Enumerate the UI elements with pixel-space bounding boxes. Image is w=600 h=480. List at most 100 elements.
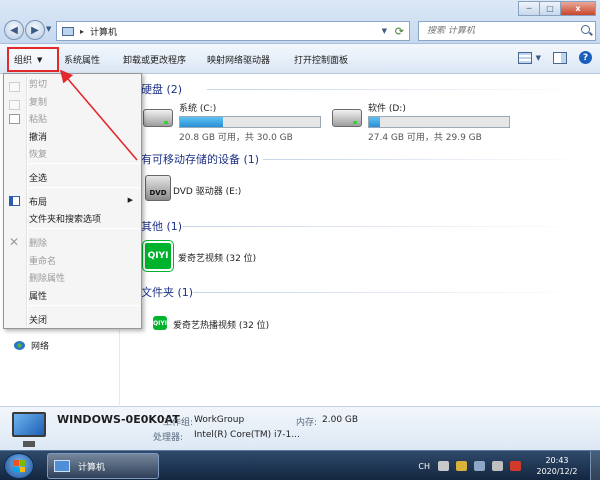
command-bar: 组织 ▼ 系统属性 卸载或更改程序 映射网络驱动器 打开控制面板 ▼ ?: [0, 44, 600, 74]
copy-icon: [9, 100, 20, 110]
network-disconnected-icon[interactable]: [510, 461, 521, 471]
address-dropdown-icon[interactable]: ▼: [382, 27, 387, 35]
breadcrumb-separator-icon[interactable]: ▸: [80, 27, 84, 36]
show-desktop-button[interactable]: [590, 451, 600, 480]
iqiyi-folder-icon[interactable]: QIYI: [153, 316, 167, 330]
layout-icon: [9, 196, 20, 206]
system-properties-button[interactable]: 系统属性: [64, 53, 100, 66]
group-header-folders[interactable]: 文件夹 (1): [141, 284, 193, 300]
keyboard-icon[interactable]: [438, 461, 449, 471]
action-center-flag-icon[interactable]: [456, 461, 467, 471]
menu-item-undo[interactable]: 撤消: [29, 130, 47, 143]
menu-item-copy[interactable]: 复制: [29, 95, 47, 108]
menu-item-folder-options[interactable]: 文件夹和搜索选项: [29, 212, 101, 225]
menu-item-close[interactable]: 关闭: [29, 313, 47, 326]
dvd-drive-icon[interactable]: DVD: [145, 175, 171, 201]
refresh-icon[interactable]: ⟳: [395, 25, 404, 38]
organize-button[interactable]: 组织 ▼: [7, 47, 59, 72]
hard-disk-icon: [332, 109, 362, 127]
computer-icon: [54, 460, 70, 472]
system-tray: CH 20:43 2020/12/2: [418, 451, 600, 480]
clock[interactable]: 20:43 2020/12/2: [528, 455, 586, 477]
title-bar: ◀ ▶ ▼ ▸ 计算机 ▼ ⟳ ─ □ x: [0, 0, 600, 44]
cut-icon: [9, 82, 20, 92]
windows-logo-icon: [13, 460, 25, 472]
forward-button[interactable]: ▶: [25, 20, 45, 40]
minimize-button[interactable]: ─: [518, 1, 540, 16]
group-divider: [183, 226, 587, 227]
recent-pages-dropdown-icon[interactable]: ▼: [46, 25, 51, 33]
organize-label: 组织: [14, 56, 33, 66]
iqiyi-app-label[interactable]: 爱奇艺视频 (32 位): [178, 251, 256, 264]
open-control-panel-button[interactable]: 打开控制面板: [294, 53, 348, 66]
content-pane: 硬盘 (2) 系统 (C:) 20.8 GB 可用，共 30.0 GB 软件 (…: [121, 75, 600, 405]
menu-item-delete[interactable]: 删除: [29, 236, 47, 249]
nav-item-network[interactable]: 网络: [14, 339, 49, 352]
group-divider: [193, 292, 587, 293]
back-button[interactable]: ◀: [4, 20, 24, 40]
menu-item-select-all[interactable]: 全选: [29, 171, 47, 184]
menu-separator: [28, 228, 140, 229]
maximize-button[interactable]: □: [539, 1, 561, 16]
search-box[interactable]: [418, 21, 596, 41]
drive-name: 系统 (C:): [179, 104, 217, 114]
iqiyi-folder-label[interactable]: 爱奇艺热播视频 (32 位): [173, 318, 269, 331]
memory-value: 2.00 GB: [322, 415, 359, 425]
preview-pane-icon[interactable]: [553, 51, 567, 64]
help-icon[interactable]: ?: [579, 51, 592, 64]
drive-usage-bar: [368, 116, 510, 128]
taskbar-item-label: 计算机: [78, 462, 106, 473]
view-options-dropdown-icon[interactable]: ▼: [536, 54, 541, 62]
change-view-icon[interactable]: [517, 51, 532, 64]
group-header-other[interactable]: 其他 (1): [141, 218, 182, 234]
nav-item-label: 网络: [31, 342, 50, 352]
menu-item-remove-properties[interactable]: 删除属性: [29, 271, 65, 284]
language-indicator[interactable]: CH: [418, 462, 430, 471]
delete-icon: ✕: [9, 235, 20, 249]
window-controls: ─ □ x: [518, 1, 596, 16]
computer-icon: [62, 26, 74, 36]
drive-usage-fill: [369, 117, 381, 127]
group-header-removable[interactable]: 有可移动存储的设备 (1): [141, 151, 259, 167]
details-pane: WINDOWS-0E0K0AT 工作组: WorkGroup 内存: 2.00 …: [0, 406, 600, 450]
menu-item-rename[interactable]: 重命名: [29, 254, 56, 267]
breadcrumb-computer[interactable]: 计算机: [90, 25, 117, 38]
start-button[interactable]: [4, 453, 34, 479]
back-arrow-icon: ◀: [10, 24, 18, 36]
taskbar-item-computer[interactable]: 计算机: [47, 453, 159, 479]
drive-c[interactable]: 系统 (C:) 20.8 GB 可用，共 30.0 GB: [143, 101, 321, 143]
computer-monitor-icon: [12, 412, 46, 447]
processor-value: Intel(R) Core(TM) i7-1...: [194, 430, 300, 440]
clock-time: 20:43: [545, 456, 569, 465]
group-header-hard-disks[interactable]: 硬盘 (2): [141, 81, 182, 97]
menu-item-redo[interactable]: 恢复: [29, 147, 47, 160]
forward-arrow-icon: ▶: [31, 24, 39, 36]
drive-d[interactable]: 软件 (D:) 27.4 GB 可用，共 29.9 GB: [332, 101, 510, 143]
organize-menu: 剪切 复制 粘贴 撤消 恢复 全选 布局 ▶ 文件夹和搜索选项 ✕ 删除 重命名…: [3, 73, 142, 329]
organize-dropdown-icon: ▼: [37, 55, 43, 64]
search-icon[interactable]: [581, 25, 590, 34]
menu-item-paste[interactable]: 粘贴: [29, 112, 47, 125]
drive-info: 软件 (D:) 27.4 GB 可用，共 29.9 GB: [368, 101, 510, 143]
iqiyi-app-icon[interactable]: QIYI: [143, 241, 173, 271]
processor-label: 处理器:: [153, 433, 184, 443]
clock-date: 2020/12/2: [536, 467, 578, 476]
volume-icon[interactable]: [492, 461, 503, 471]
toolbar-icons: ▼ ?: [517, 51, 592, 64]
search-input[interactable]: [427, 26, 577, 36]
map-network-drive-button[interactable]: 映射网络驱动器: [207, 53, 270, 66]
dvd-drive-label[interactable]: DVD 驱动器 (E:): [173, 184, 241, 197]
drive-free-space: 27.4 GB 可用，共 29.9 GB: [368, 133, 482, 143]
menu-item-properties[interactable]: 属性: [29, 289, 47, 302]
address-bar[interactable]: ▸ 计算机 ▼ ⟳: [56, 21, 410, 41]
drive-usage-bar: [179, 116, 321, 128]
menu-item-layout[interactable]: 布局: [29, 195, 47, 208]
memory-label: 内存:: [296, 418, 318, 428]
taskbar: 计算机 CH 20:43 2020/12/2: [0, 450, 600, 480]
hard-disk-icon: [143, 109, 173, 127]
uninstall-program-button[interactable]: 卸载或更改程序: [123, 53, 186, 66]
computer-name: WINDOWS-0E0K0AT: [57, 413, 180, 426]
menu-item-cut[interactable]: 剪切: [29, 77, 47, 90]
close-button[interactable]: x: [560, 1, 596, 16]
network-tray-icon[interactable]: [474, 461, 485, 471]
